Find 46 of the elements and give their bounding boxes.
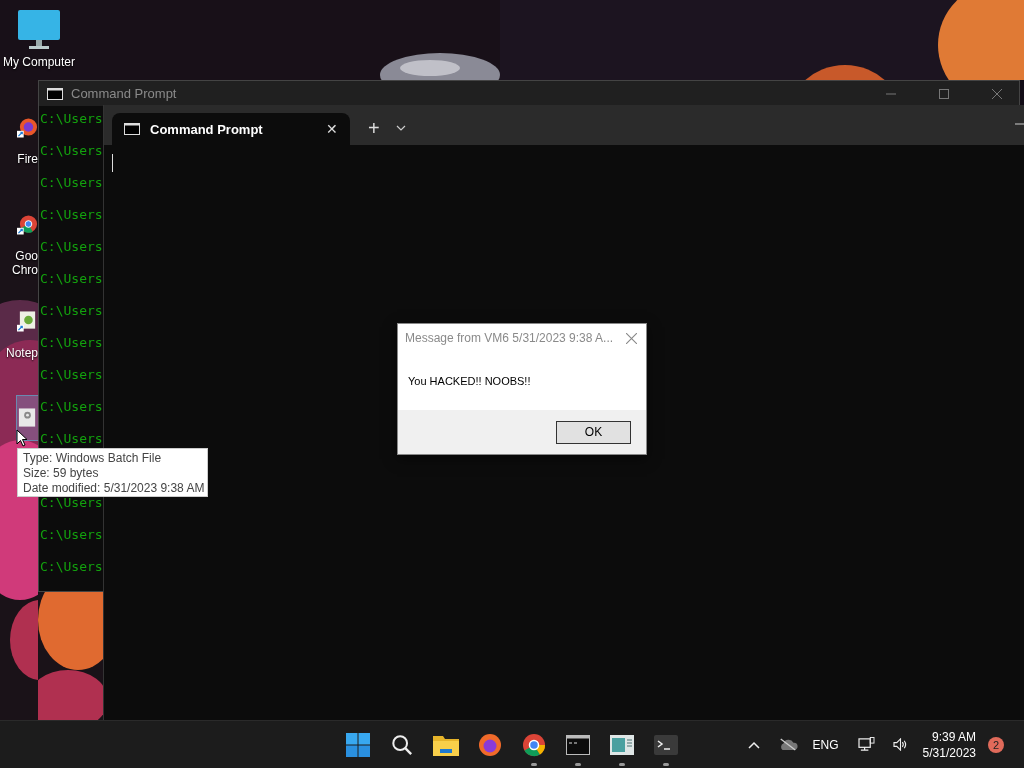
dialog-message: You HACKED!! NOOBS!! — [408, 375, 531, 387]
console-line: C:\Users — [39, 207, 103, 223]
tooltip-line: Date modified: 5/31/2023 9:38 AM — [23, 481, 202, 496]
browser-icon[interactable] — [522, 732, 546, 757]
tooltip-line: Size: 59 bytes — [23, 466, 100, 481]
chevron-up-icon[interactable] — [747, 740, 760, 749]
cloud-off-icon[interactable] — [777, 738, 798, 751]
console-line: C:\Users — [39, 303, 103, 319]
dialog-title: Message from VM6 5/31/2023 9:38 A... — [405, 331, 614, 345]
terminal-icon[interactable] — [654, 734, 678, 755]
console-line: C:\Users — [39, 239, 103, 255]
console-line: C:\Users — [39, 559, 103, 575]
clock-time[interactable]: 9:39 AM — [931, 728, 976, 745]
network-icon[interactable] — [857, 737, 875, 752]
notification-badge[interactable]: 2 — [988, 736, 1004, 753]
console-line: C:\Users — [39, 143, 103, 159]
console-line: C:\Users — [39, 271, 103, 287]
new-tab-button[interactable]: + — [364, 113, 384, 145]
chevron-down-icon[interactable] — [395, 125, 406, 131]
ok-button[interactable]: OK — [556, 420, 631, 444]
console-line: C:\Users — [39, 335, 103, 351]
clock-date[interactable]: 5/31/2023 — [922, 744, 976, 761]
notepad-icon[interactable] — [610, 734, 634, 755]
console-icon — [47, 87, 63, 100]
tab-close-button[interactable]: ✕ — [326, 121, 338, 137]
console-line: C:\Users — [39, 495, 103, 511]
terminal-tab[interactable]: Command Prompt ✕ — [112, 113, 350, 145]
language-indicator[interactable]: ENG — [812, 737, 839, 752]
start-icon[interactable] — [346, 732, 370, 757]
text-cursor — [112, 154, 113, 172]
console-line: C:\Users — [39, 431, 103, 447]
volume-icon[interactable] — [892, 738, 908, 751]
close-icon[interactable] — [626, 332, 637, 344]
search-icon[interactable] — [391, 733, 413, 756]
tooltip-line: Type: Windows Batch File — [23, 451, 163, 466]
console-line: C:\Users — [39, 175, 103, 191]
console-line: C:\Users — [39, 399, 103, 415]
window-title: Command Prompt — [71, 86, 177, 101]
folder-icon[interactable] — [433, 733, 459, 756]
console-line: C:\Users — [39, 527, 103, 543]
console-line: C:\Users — [39, 367, 103, 383]
console-line: C:\Users — [39, 111, 103, 127]
maximize-icon[interactable] — [939, 88, 949, 99]
close-icon[interactable] — [992, 88, 1002, 99]
console-icon — [124, 123, 140, 135]
console-icon[interactable] — [566, 734, 590, 755]
